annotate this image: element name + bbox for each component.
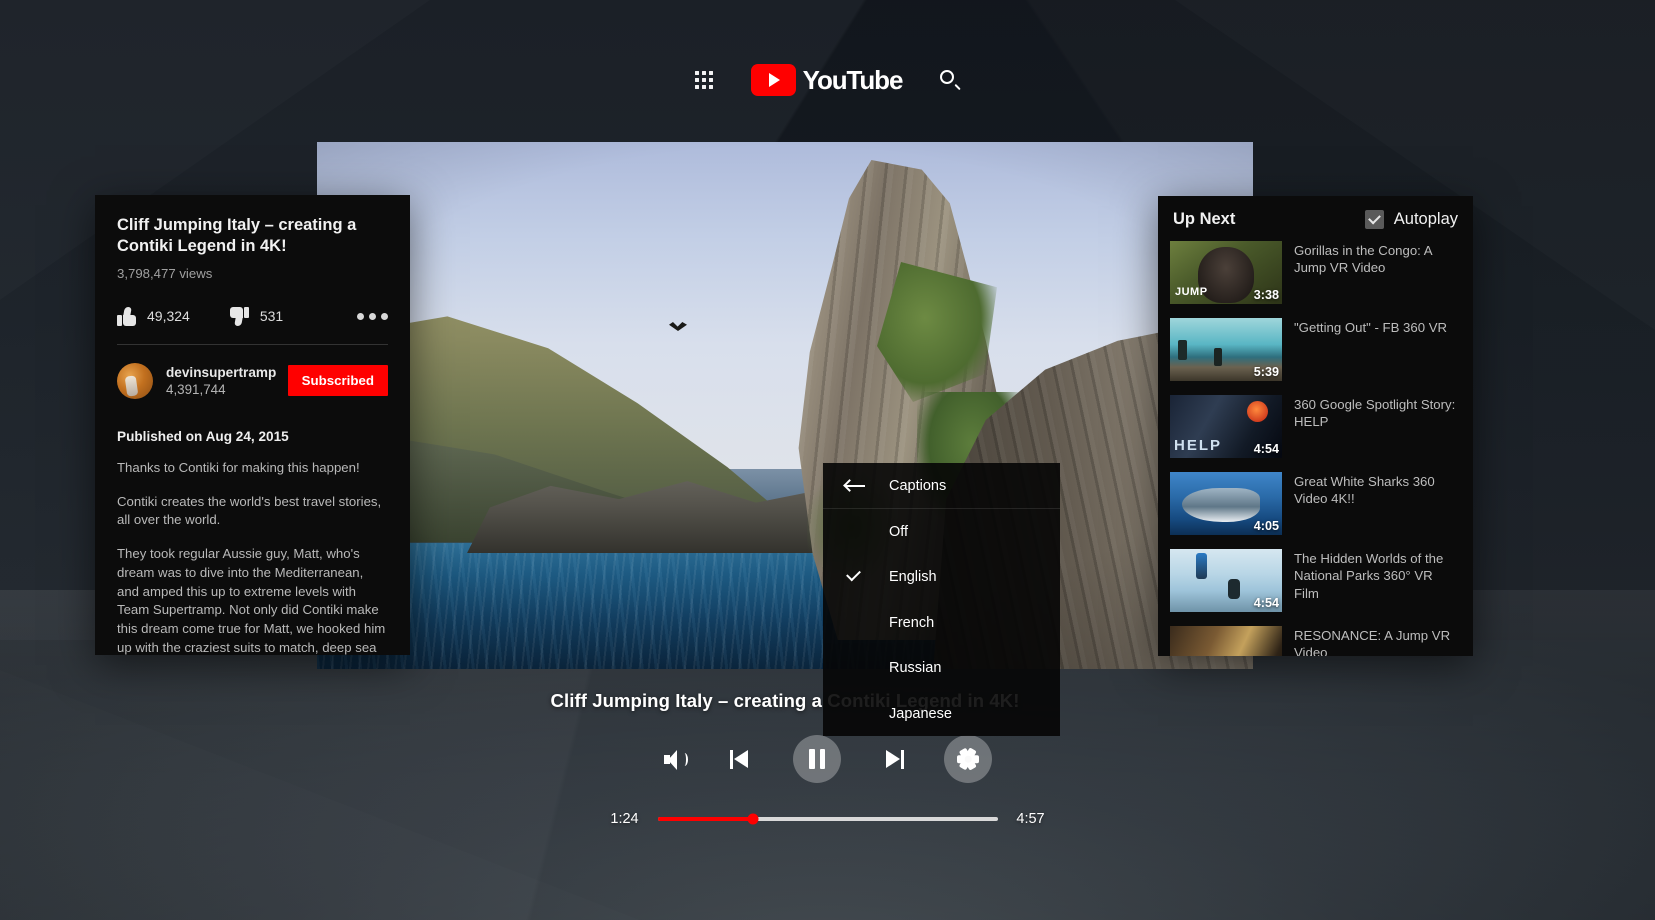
- check-icon: [845, 661, 865, 675]
- description-paragraph: Thanks to Contiki for making this happen…: [117, 459, 360, 475]
- up-next-panel: Up Next Autoplay 3:38 Gorillas in the Con…: [1158, 196, 1473, 656]
- control-buttons-row: [0, 735, 1655, 783]
- playback-controls: 1:24 4:57: [0, 735, 1655, 827]
- video-info-panel: Cliff Jumping Italy – creating a Contiki…: [95, 195, 410, 655]
- list-item-title: Gorillas in the Congo: A Jump VR Video: [1294, 243, 1432, 276]
- thumbs-up-icon: [117, 306, 136, 326]
- captions-option-label: Off: [889, 523, 909, 540]
- video-thumbnail[interactable]: 4:54: [1170, 549, 1282, 612]
- captions-option-label: English: [889, 569, 937, 586]
- volume-icon[interactable]: [663, 746, 690, 773]
- video-duration: 4:54: [1253, 596, 1279, 610]
- publish-date: Published on Aug 24, 2015: [117, 428, 289, 444]
- previous-track-icon[interactable]: [728, 746, 755, 773]
- video-duration: 3:38: [1253, 288, 1279, 302]
- channel-row: devinsupertramp 4,391,744 Subscribed: [95, 345, 410, 399]
- youtube-logo[interactable]: YouTube: [750, 64, 904, 96]
- up-next-header: Up Next Autoplay: [1158, 196, 1473, 241]
- autoplay-toggle[interactable]: Autoplay: [1364, 210, 1458, 229]
- youtube-wordmark: YouTube: [802, 64, 904, 95]
- video-vignette: [317, 142, 1253, 669]
- current-time: 1:24: [610, 811, 639, 827]
- gear-icon: [957, 747, 979, 771]
- channel-meta[interactable]: devinsupertramp 4,391,744: [166, 364, 276, 399]
- captions-option-label: Russian: [889, 660, 942, 677]
- video-player-surface[interactable]: [317, 142, 1253, 669]
- list-item-title: RESONANCE: A Jump VR Video: [1294, 628, 1451, 656]
- video-thumbnail[interactable]: 4:05: [1170, 472, 1282, 535]
- check-icon: [845, 525, 865, 539]
- back-arrow-icon[interactable]: [843, 478, 865, 493]
- captions-menu-title: Captions: [889, 477, 947, 494]
- captions-option[interactable]: English: [823, 555, 1060, 601]
- pause-icon: [808, 749, 826, 769]
- like-button[interactable]: 49,324: [117, 306, 190, 326]
- list-item-title: The Hidden Worlds of the National Parks …: [1294, 551, 1444, 601]
- video-thumbnail[interactable]: 4:54: [1170, 395, 1282, 458]
- description-paragraph: Contiki creates the world's best travel …: [117, 493, 382, 528]
- video-duration: 4:05: [1253, 519, 1279, 533]
- up-next-list: 3:38 Gorillas in the Congo: A Jump VR Vid…: [1158, 241, 1473, 656]
- list-item[interactable]: 4:54 The Hidden Worlds of the National Pa…: [1158, 549, 1473, 626]
- list-item-title: Great White Sharks 360 Video 4K!!: [1294, 474, 1435, 507]
- list-item[interactable]: 4:54 360 Google Spotlight Story: HELP: [1158, 395, 1473, 472]
- view-count: 3,798,477 views: [117, 265, 213, 281]
- channel-name: devinsupertramp: [166, 364, 277, 380]
- check-icon: [845, 707, 865, 721]
- pause-button[interactable]: [793, 735, 841, 783]
- up-next-heading: Up Next: [1173, 210, 1236, 228]
- search-icon[interactable]: [940, 70, 962, 91]
- rating-row: 49,324 531: [117, 306, 388, 326]
- captions-option[interactable]: French: [823, 600, 1060, 646]
- top-navigation-bar: YouTube: [0, 0, 1655, 160]
- subscribe-button[interactable]: Subscribed: [287, 365, 388, 397]
- dislike-button[interactable]: 531: [229, 306, 284, 326]
- progress-scrubber[interactable]: [657, 813, 998, 825]
- page-title: Cliff Jumping Italy – creating a Contiki…: [117, 216, 357, 255]
- captions-options-list: Off English French Russian Japanese: [823, 509, 1060, 737]
- list-item[interactable]: RESONANCE: A Jump VR Video: [1158, 626, 1473, 656]
- list-item-title: "Getting Out" - FB 360 VR: [1294, 320, 1448, 335]
- video-thumbnail[interactable]: 3:38: [1170, 241, 1282, 304]
- more-options-icon[interactable]: [357, 312, 388, 320]
- next-track-icon[interactable]: [879, 746, 906, 773]
- captions-option[interactable]: Off: [823, 509, 1060, 555]
- video-title-overlay: Cliff Jumping Italy – creating a Contiki…: [550, 690, 1020, 711]
- apps-grid-icon[interactable]: [694, 71, 713, 89]
- youtube-play-icon: [750, 64, 796, 96]
- dislike-count: 531: [259, 308, 284, 325]
- list-item[interactable]: 5:39 "Getting Out" - FB 360 VR: [1158, 318, 1473, 395]
- captions-option-label: French: [889, 614, 935, 631]
- like-count: 49,324: [147, 308, 190, 325]
- description-paragraph: They took regular Aussie guy, Matt, who'…: [117, 546, 386, 655]
- captions-option[interactable]: Russian: [823, 646, 1060, 692]
- settings-button[interactable]: [944, 735, 992, 783]
- captions-menu-header[interactable]: Captions: [823, 463, 1060, 509]
- autoplay-label: Autoplay: [1393, 210, 1458, 228]
- list-item[interactable]: 4:05 Great White Sharks 360 Video 4K!!: [1158, 472, 1473, 549]
- list-item-title: 360 Google Spotlight Story: HELP: [1294, 397, 1456, 430]
- total-time: 4:57: [1016, 811, 1045, 827]
- video-duration: 5:39: [1253, 365, 1279, 379]
- captions-menu: Captions Off English French Russian Japanese: [823, 463, 1060, 736]
- progress-knob[interactable]: [747, 813, 759, 825]
- avatar[interactable]: [117, 362, 153, 399]
- check-icon: [845, 570, 865, 584]
- progress-bar-row: 1:24 4:57: [0, 811, 1655, 827]
- check-icon: [845, 616, 865, 630]
- list-item[interactable]: 3:38 Gorillas in the Congo: A Jump VR Vid…: [1158, 241, 1473, 318]
- subscriber-count: 4,391,744: [166, 382, 226, 398]
- progress-played: [657, 817, 754, 821]
- captions-option[interactable]: Japanese: [823, 691, 1060, 737]
- thumbs-down-icon: [229, 306, 249, 326]
- video-thumbnail[interactable]: [1170, 626, 1282, 656]
- captions-option-label: Japanese: [889, 705, 952, 722]
- video-duration: 4:54: [1253, 442, 1279, 456]
- video-description: Thanks to Contiki for making this happen…: [95, 459, 410, 655]
- autoplay-checkbox[interactable]: [1364, 210, 1384, 229]
- video-thumbnail[interactable]: 5:39: [1170, 318, 1282, 381]
